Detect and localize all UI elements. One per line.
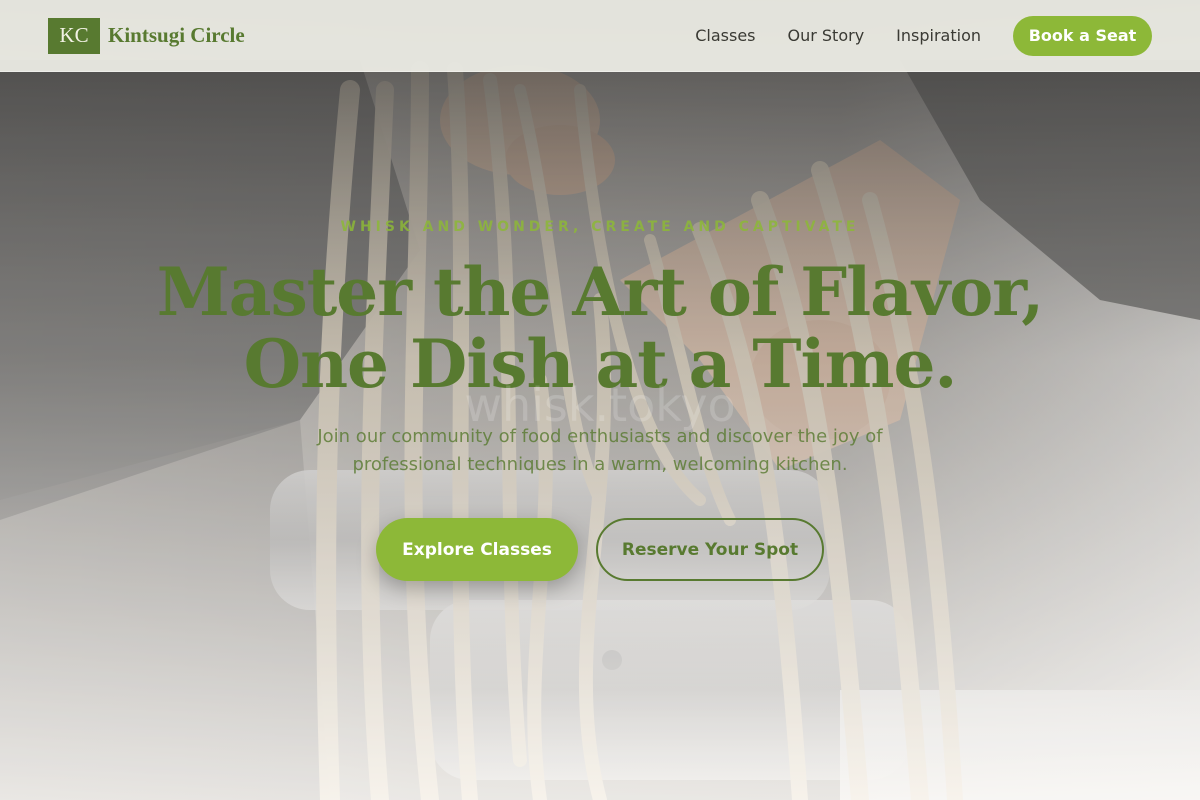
nav-item-our-story[interactable]: Our Story: [788, 26, 865, 45]
brand-mark-icon: KC: [48, 17, 100, 54]
hero-cta-row: Explore Classes Reserve Your Spot: [0, 518, 1200, 581]
explore-classes-button[interactable]: Explore Classes: [376, 518, 578, 581]
hero-headline-line-1: Master the Art of Flavor,: [156, 253, 1045, 331]
hero-lede: Join our community of food enthusiasts a…: [317, 426, 883, 475]
hero-content: WHISK AND WONDER, CREATE AND CAPTIVATE M…: [0, 0, 1200, 800]
nav-item-classes[interactable]: Classes: [695, 26, 755, 45]
hero-eyebrow: WHISK AND WONDER, CREATE AND CAPTIVATE: [340, 219, 860, 235]
book-seat-button[interactable]: Book a Seat: [1013, 15, 1152, 56]
main-nav: Classes Our Story Inspiration Book a Sea…: [695, 15, 1152, 56]
brand-logo[interactable]: KC Kintsugi Circle: [48, 17, 245, 54]
site-header: KC Kintsugi Circle Classes Our Story Ins…: [0, 0, 1200, 72]
reserve-spot-button[interactable]: Reserve Your Spot: [596, 518, 824, 581]
brand-name: Kintsugi Circle: [108, 23, 245, 47]
nav-item-inspiration[interactable]: Inspiration: [896, 26, 981, 45]
